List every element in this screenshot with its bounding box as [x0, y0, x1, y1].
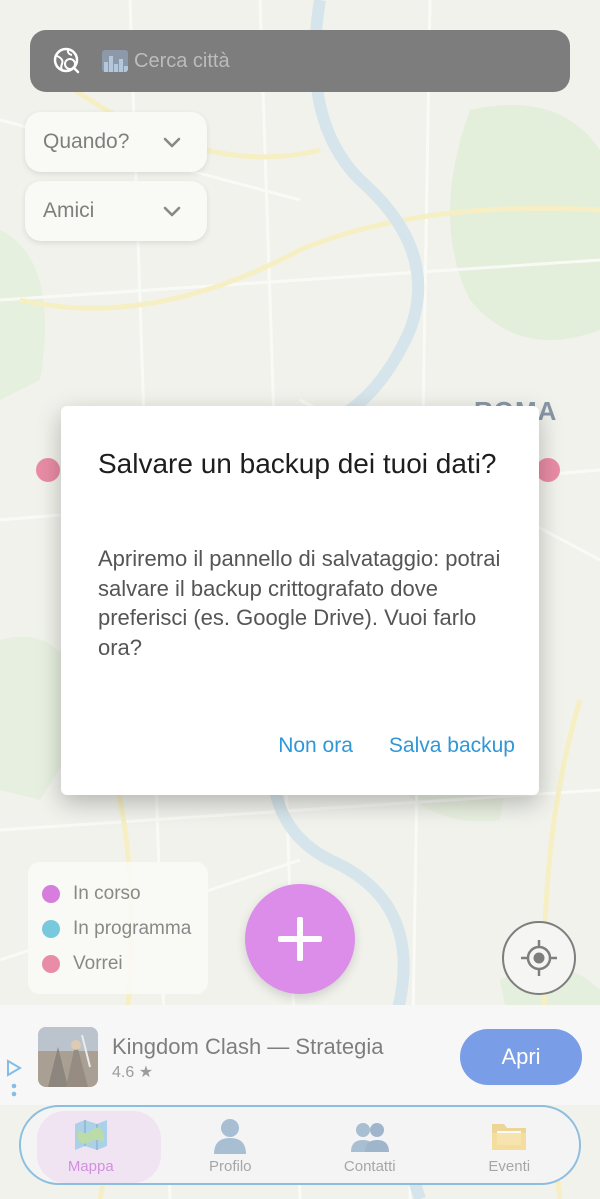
- dialog-message: Apriremo il pannello di salvataggio: pot…: [98, 546, 501, 660]
- backup-dialog: Salvare un backup dei tuoi dati? Aprirem…: [61, 406, 539, 795]
- save-backup-button[interactable]: Salva backup: [389, 730, 515, 762]
- not-now-button[interactable]: Non ora: [278, 730, 353, 762]
- dialog-actions: Non ora Salva backup: [242, 730, 515, 762]
- dialog-title: Salvare un backup dei tuoi dati?: [98, 448, 497, 479]
